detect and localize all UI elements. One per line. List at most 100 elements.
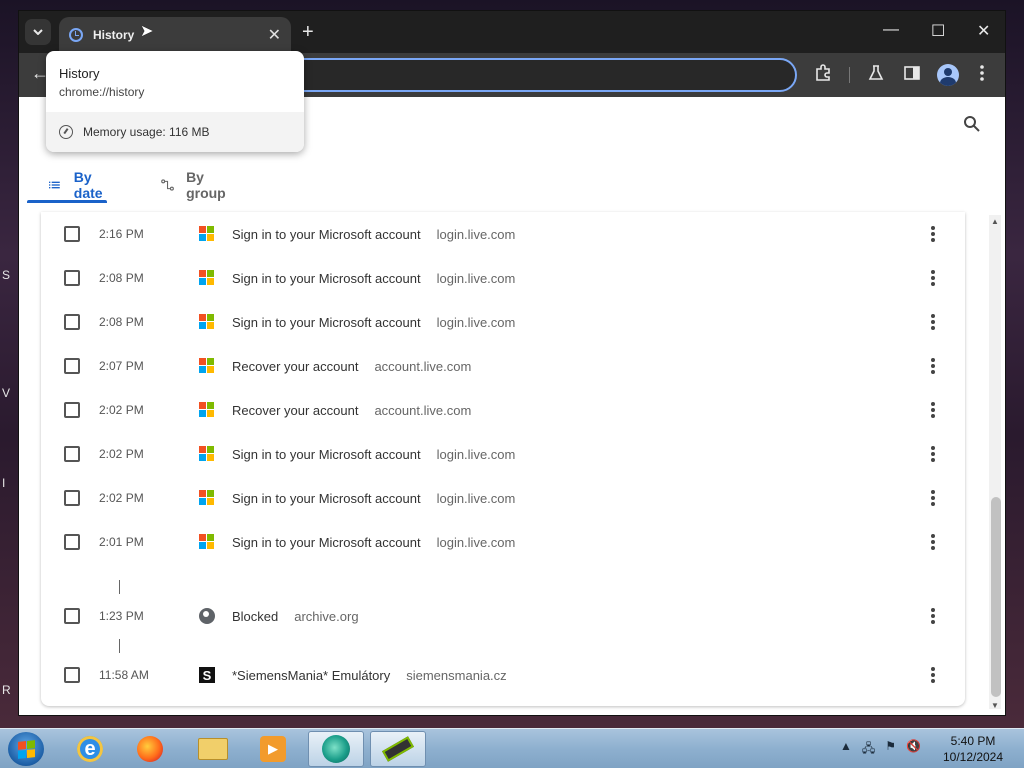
tab-history[interactable]: History ✕ xyxy=(59,17,291,53)
search-icon[interactable] xyxy=(963,115,981,138)
visit-time: 2:02 PM xyxy=(99,447,144,461)
row-title: Recover your account xyxy=(232,358,359,374)
action-center-flag-icon[interactable]: ⚑ xyxy=(885,739,896,760)
row-more-icon[interactable] xyxy=(927,400,939,420)
page-title-link[interactable]: Sign in to your Microsoft account login.l… xyxy=(232,227,515,242)
row-title: *SiemensMania* Emulátory xyxy=(232,667,391,683)
close-window-button[interactable]: ✕ xyxy=(977,21,990,41)
row-title: Sign in to your Microsoft account xyxy=(232,534,421,550)
taskbar: e ▶ ▲ 🖧 ⚑ 🔇 5:40 PM 10/12/2024 xyxy=(0,728,1024,768)
row-checkbox[interactable] xyxy=(64,402,80,418)
minimize-button[interactable]: — xyxy=(883,21,899,39)
row-checkbox[interactable] xyxy=(64,490,80,506)
start-button[interactable] xyxy=(8,732,44,766)
taskbar-chrome[interactable] xyxy=(308,731,364,767)
tab-hover-card: History chrome://history Memory usage: 1… xyxy=(46,51,304,152)
row-checkbox[interactable] xyxy=(64,667,80,683)
page-title-link[interactable]: Sign in to your Microsoft account login.l… xyxy=(232,447,515,462)
tab-close-icon[interactable]: ✕ xyxy=(268,25,281,45)
scrollbar-thumb[interactable] xyxy=(991,497,1001,697)
taskbar-clock[interactable]: 5:40 PM 10/12/2024 xyxy=(930,733,1016,765)
microsoft-icon xyxy=(199,270,215,286)
new-tab-button[interactable]: + xyxy=(302,21,314,44)
history-row[interactable]: 2:08 PM Sign in to your Microsoft accoun… xyxy=(41,300,965,344)
tab-by-group[interactable]: By group xyxy=(161,167,231,203)
row-checkbox[interactable] xyxy=(64,314,80,330)
page-title-link[interactable]: Sign in to your Microsoft account login.l… xyxy=(232,271,515,286)
row-checkbox[interactable] xyxy=(64,358,80,374)
taskbar-media-player[interactable]: ▶ xyxy=(245,731,301,767)
row-more-icon[interactable] xyxy=(927,312,939,332)
more-menu-icon[interactable] xyxy=(979,64,985,87)
page-title-link[interactable]: Sign in to your Microsoft account login.l… xyxy=(232,491,515,506)
row-more-icon[interactable] xyxy=(927,606,939,626)
row-more-icon[interactable] xyxy=(927,532,939,552)
history-row[interactable]: 2:16 PM Sign in to your Microsoft accoun… xyxy=(41,212,965,256)
row-title: Sign in to your Microsoft account xyxy=(232,314,421,330)
scroll-down-icon[interactable]: ▼ xyxy=(991,701,999,710)
history-row[interactable]: 2:01 PM Sign in to your Microsoft accoun… xyxy=(41,520,965,564)
extensions-icon[interactable] xyxy=(814,64,832,87)
visit-time: 2:02 PM xyxy=(99,491,144,505)
page-title-link[interactable]: *SiemensMania* Emulátory siemensmania.cz xyxy=(232,668,507,683)
labs-flask-icon[interactable] xyxy=(867,64,885,87)
mouse-cursor-icon: ➤ xyxy=(140,23,154,40)
history-row[interactable]: 1:23 PM Blocked archive.org xyxy=(41,594,965,638)
page-title-link[interactable]: Recover your account account.live.com xyxy=(232,403,471,418)
row-domain: login.live.com xyxy=(436,314,516,330)
internet-explorer-icon: e xyxy=(77,736,103,762)
maximize-button[interactable]: ☐ xyxy=(931,21,945,41)
row-checkbox[interactable] xyxy=(64,226,80,242)
history-row[interactable]: 2:08 PM Sign in to your Microsoft accoun… xyxy=(41,256,965,300)
history-row[interactable]: 2:07 PM Recover your account account.live… xyxy=(41,344,965,388)
memory-usage: Memory usage: 116 MB xyxy=(46,112,304,152)
row-more-icon[interactable] xyxy=(927,444,939,464)
history-row[interactable]: 2:02 PM Sign in to your Microsoft accoun… xyxy=(41,476,965,520)
profile-avatar-icon[interactable] xyxy=(937,64,959,86)
history-page: ⋮ By date By group 2:16 PM Sign in to yo… xyxy=(19,97,1005,715)
row-more-icon[interactable] xyxy=(927,356,939,376)
visit-time: 2:01 PM xyxy=(99,535,144,549)
history-row[interactable]: 11:58 AM S *SiemensMania* Emulátory sieme… xyxy=(41,653,965,697)
row-domain: login.live.com xyxy=(436,534,516,550)
page-title-link[interactable]: Sign in to your Microsoft account login.l… xyxy=(232,535,515,550)
taskbar-internet-explorer[interactable]: e xyxy=(62,731,118,767)
side-panel-icon[interactable] xyxy=(903,64,921,87)
toolbar-divider xyxy=(849,67,850,83)
desktop-edge-text: V xyxy=(2,386,11,400)
chrome-icon xyxy=(322,735,350,763)
visit-time: 2:07 PM xyxy=(99,359,144,373)
page-title-link[interactable]: Recover your account account.live.com xyxy=(232,359,471,374)
page-title-link[interactable]: Blocked archive.org xyxy=(232,609,359,624)
microsoft-icon xyxy=(199,226,215,242)
memory-usage-text: Memory usage: 116 MB xyxy=(83,125,210,139)
row-more-icon[interactable] xyxy=(927,665,939,685)
taskbar-file-explorer[interactable] xyxy=(185,731,241,767)
tab-by-date[interactable]: By date xyxy=(49,167,108,203)
chevron-down-icon xyxy=(33,29,43,35)
page-title-link[interactable]: Sign in to your Microsoft account login.l… xyxy=(232,315,515,330)
scroll-up-icon[interactable]: ▲ xyxy=(991,217,999,226)
row-checkbox[interactable] xyxy=(64,608,80,624)
microsoft-icon xyxy=(199,446,215,462)
volume-muted-icon[interactable]: 🔇 xyxy=(906,739,921,760)
media-player-icon: ▶ xyxy=(260,736,286,762)
row-checkbox[interactable] xyxy=(64,270,80,286)
row-more-icon[interactable] xyxy=(927,224,939,244)
history-row[interactable]: 2:02 PM Recover your account account.live… xyxy=(41,388,965,432)
network-icon[interactable]: 🖧 xyxy=(862,739,875,760)
taskbar-phone-app[interactable] xyxy=(370,731,426,767)
history-row[interactable]: 2:02 PM Sign in to your Microsoft accoun… xyxy=(41,432,965,476)
row-checkbox[interactable] xyxy=(64,534,80,550)
row-domain: account.live.com xyxy=(374,358,472,374)
show-hidden-icons-icon[interactable]: ▲ xyxy=(840,739,852,760)
row-checkbox[interactable] xyxy=(64,446,80,462)
row-title: Sign in to your Microsoft account xyxy=(232,226,421,242)
tab-search-button[interactable] xyxy=(25,19,51,45)
taskbar-firefox[interactable] xyxy=(122,731,178,767)
time-gap-divider xyxy=(119,639,120,653)
row-more-icon[interactable] xyxy=(927,268,939,288)
tab-title: History xyxy=(93,28,135,42)
row-title: Sign in to your Microsoft account xyxy=(232,270,421,286)
row-more-icon[interactable] xyxy=(927,488,939,508)
